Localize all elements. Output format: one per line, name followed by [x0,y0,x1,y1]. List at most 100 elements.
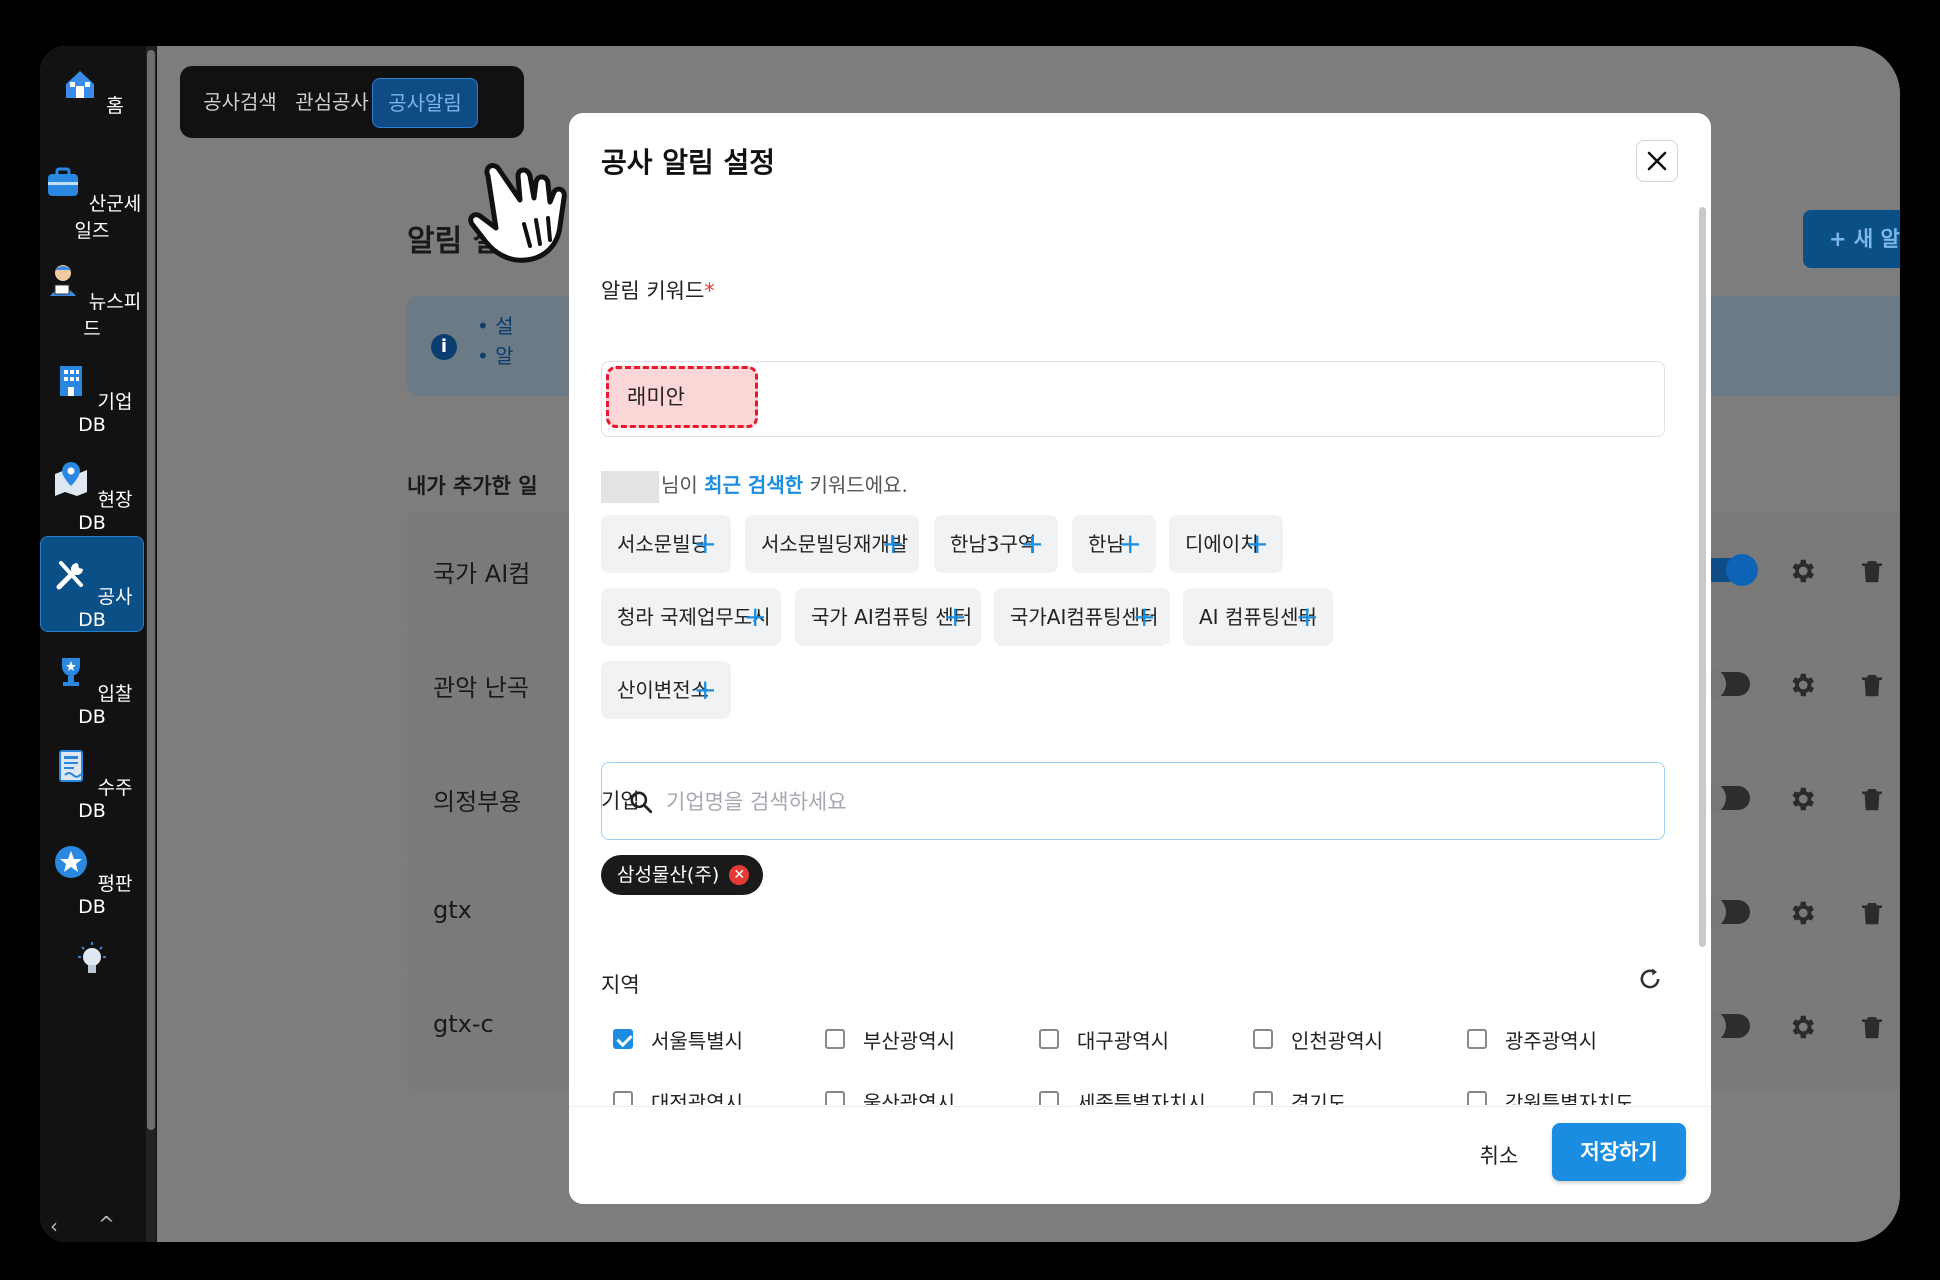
trash-icon[interactable] [1857,898,1887,928]
alert-name: 국가 AI컴 [433,560,531,588]
keyword-input[interactable]: 래미안 [601,361,1665,437]
sidebar-item-label: 뉴스피드 [83,291,142,340]
required-mark: * [704,279,715,303]
sidebar-item-bid-db[interactable]: 입찰DB [40,652,144,728]
modal-body: 알림 키워드* 래미안 님이 최근 검색한 키워드에요. 서소문빌딩 + 서소문빌… [569,225,1711,1105]
region-checkbox[interactable]: 대전광역시 [613,1089,743,1105]
alert-name: gtx [433,896,472,924]
building-icon [60,366,83,396]
home-icon [66,71,95,98]
recent-keyword-chip[interactable]: 서소문빌딩 + [601,515,731,573]
search-icon [630,791,653,814]
recent-keyword-chip[interactable]: 산이변전소 + [601,661,731,719]
remove-tag-icon[interactable]: ✕ [729,865,750,885]
tab-construction-alerts[interactable]: 공사알림 [372,78,478,128]
tab-interested-construction[interactable]: 관심공사 [280,78,384,126]
chevron-up-icon[interactable]: ^ [98,1212,115,1236]
plus-icon: + [693,673,717,706]
cancel-button[interactable]: 취소 [1449,1131,1549,1181]
close-button[interactable] [1636,140,1678,182]
plus-icon: + [1118,527,1142,560]
plus-icon: + [881,527,905,560]
sidebar-nav-arrows: ‹ ^ [40,1212,144,1242]
recent-keyword-chip[interactable]: 디에이치 + [1169,515,1283,573]
tab-construction-search[interactable]: 공사검색 [188,78,292,126]
info-line: • 알 [477,344,514,368]
screen: 홈 산군세일즈 뉴스피드 기업DB 현장DB 공사DB 입찰DB 수주DB 평판… [40,46,1900,1242]
alert-name: 관악 난곡 [433,674,529,702]
sidebar-item-label: 홈 [106,95,124,117]
trash-icon[interactable] [1857,556,1887,586]
keyword-value[interactable]: 래미안 [606,366,758,428]
pointer-hand-icon [468,163,567,263]
region-checkbox[interactable]: 대구광역시 [1039,1027,1169,1055]
recent-keyword-chip[interactable]: 한남 + [1072,515,1156,573]
sidebar-item-home[interactable]: 홈 [40,64,144,118]
gear-icon[interactable] [1787,784,1817,814]
sidebar: 홈 산군세일즈 뉴스피드 기업DB 현장DB 공사DB 입찰DB 수주DB 평판… [40,46,157,1242]
lightbulb-icon [78,942,106,973]
info-icon: i [431,334,457,360]
region-checkbox[interactable]: 경기도 [1253,1089,1346,1105]
plus-icon: + [943,600,967,633]
recent-search-hint: 님이 최근 검색한 키워드에요. [601,469,908,503]
new-alert-button[interactable]: + 새 알림 [1803,210,1900,268]
plus-icon: + [743,600,767,633]
gear-icon[interactable] [1787,670,1817,700]
sidebar-item-construction-db[interactable]: 공사DB [40,536,144,632]
region-checkbox[interactable]: 울산광역시 [825,1089,955,1105]
sidebar-item-reputation-db[interactable]: 평판DB [40,842,144,918]
modal-footer: 취소 저장하기 [569,1106,1711,1204]
company-search-input[interactable] [664,781,1568,823]
selected-company-tag: 삼성물산(주) ✕ [601,855,764,895]
trash-icon[interactable] [1857,784,1887,814]
sidebar-item-order-db[interactable]: 수주DB [40,746,144,822]
contract-icon [59,750,84,782]
sidebar-item-newsfeed[interactable]: 뉴스피드 [40,260,144,341]
recent-keyword-chip[interactable]: 국가 AI컴퓨팅 센터 + [795,588,981,646]
plus-icon: + [1132,600,1156,633]
trash-icon[interactable] [1857,670,1887,700]
chevron-left-icon[interactable]: ‹ [50,1214,58,1238]
save-button[interactable]: 저장하기 [1552,1123,1686,1181]
region-checkbox[interactable]: 인천광역시 [1253,1027,1383,1055]
recent-keyword-chip[interactable]: 국가AI컴퓨팅센터 + [994,588,1170,646]
tab-bar: 공사검색 관심공사 공사알림 [180,66,524,138]
plus-icon: + [693,527,717,560]
tools-icon [56,561,84,590]
recent-keyword-chip[interactable]: 서소문빌딩재개발 + [745,515,919,573]
region-checkbox[interactable]: 세종특별자치시 [1039,1089,1206,1105]
region-checkbox[interactable]: 부산광역시 [825,1027,955,1055]
refresh-icon[interactable] [1636,965,1664,993]
gear-icon[interactable] [1787,1012,1817,1042]
recent-keyword-chip[interactable]: 한남3구역 + [934,515,1058,573]
trash-icon[interactable] [1857,1012,1887,1042]
region-checkbox[interactable]: 강원특별자치도 [1467,1089,1634,1105]
info-line: • 설 [477,314,514,338]
plus-icon: + [1295,600,1319,633]
region-checkbox[interactable]: 서울특별시 [613,1027,743,1055]
keyword-label: 알림 키워드* [601,279,715,303]
region-checkbox[interactable]: 광주광역시 [1467,1027,1597,1055]
recent-keyword-chip[interactable]: AI 컴퓨팅센터 + [1183,588,1333,646]
gear-icon[interactable] [1787,556,1817,586]
news-reporter-icon [49,265,76,296]
trophy-icon [62,658,81,686]
alert-settings-modal: 공사 알림 설정 알림 키워드* 래미안 님이 최근 검색한 키워드에요. 서소… [569,113,1711,1204]
recent-keyword-chip[interactable]: 청라 국제업무도시 + [601,588,781,646]
alert-list-title: 내가 추가한 일 [407,474,538,498]
map-pin-icon [55,462,88,496]
sidebar-item-ideas[interactable] [40,940,144,993]
sidebar-item-site-db[interactable]: 현장DB [40,458,144,534]
sidebar-item-company-db[interactable]: 기업DB [40,360,144,436]
region-label: 지역 [601,973,640,997]
sidebar-scrollbar-thumb[interactable] [147,50,155,1130]
company-search-box [601,762,1665,840]
alert-name: 의정부용 [433,788,522,816]
plus-icon: + [1245,527,1269,560]
modal-title: 공사 알림 설정 [601,146,776,179]
sidebar-item-sales[interactable]: 산군세일즈 [40,162,144,243]
gear-icon[interactable] [1787,898,1817,928]
alert-name: gtx-c [433,1010,494,1038]
briefcase-icon [47,167,78,196]
